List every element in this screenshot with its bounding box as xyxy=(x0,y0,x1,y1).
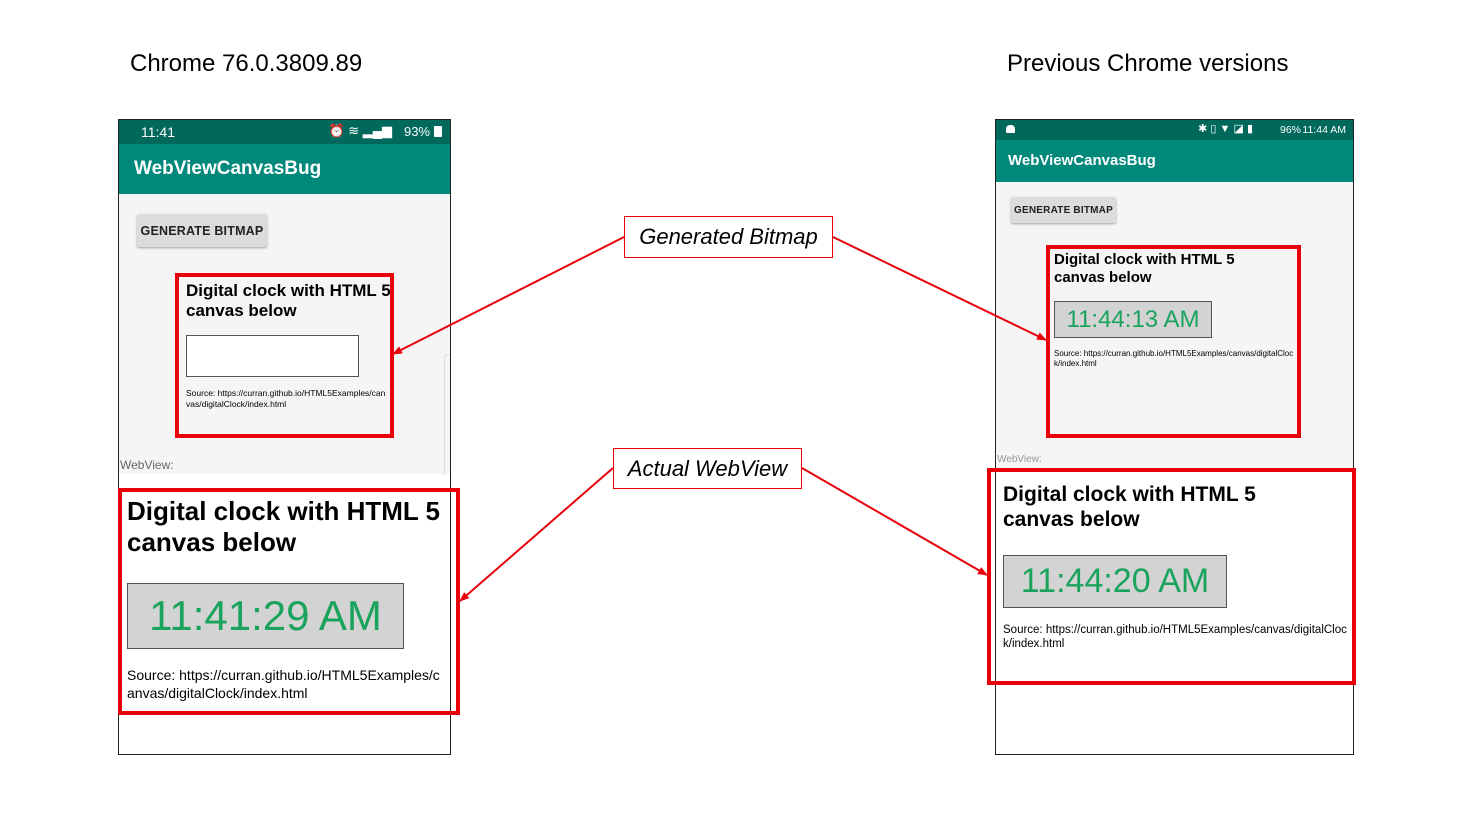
callout-arrows xyxy=(392,236,1047,602)
generated-bitmap-callout: Generated Bitmap xyxy=(624,216,833,258)
actual-webview-callout: Actual WebView xyxy=(613,448,802,489)
arrow-webview-right xyxy=(801,467,988,576)
arrow-webview-left xyxy=(459,467,614,602)
arrow-generated-right xyxy=(832,236,1047,341)
arrow-generated-left xyxy=(392,236,625,355)
